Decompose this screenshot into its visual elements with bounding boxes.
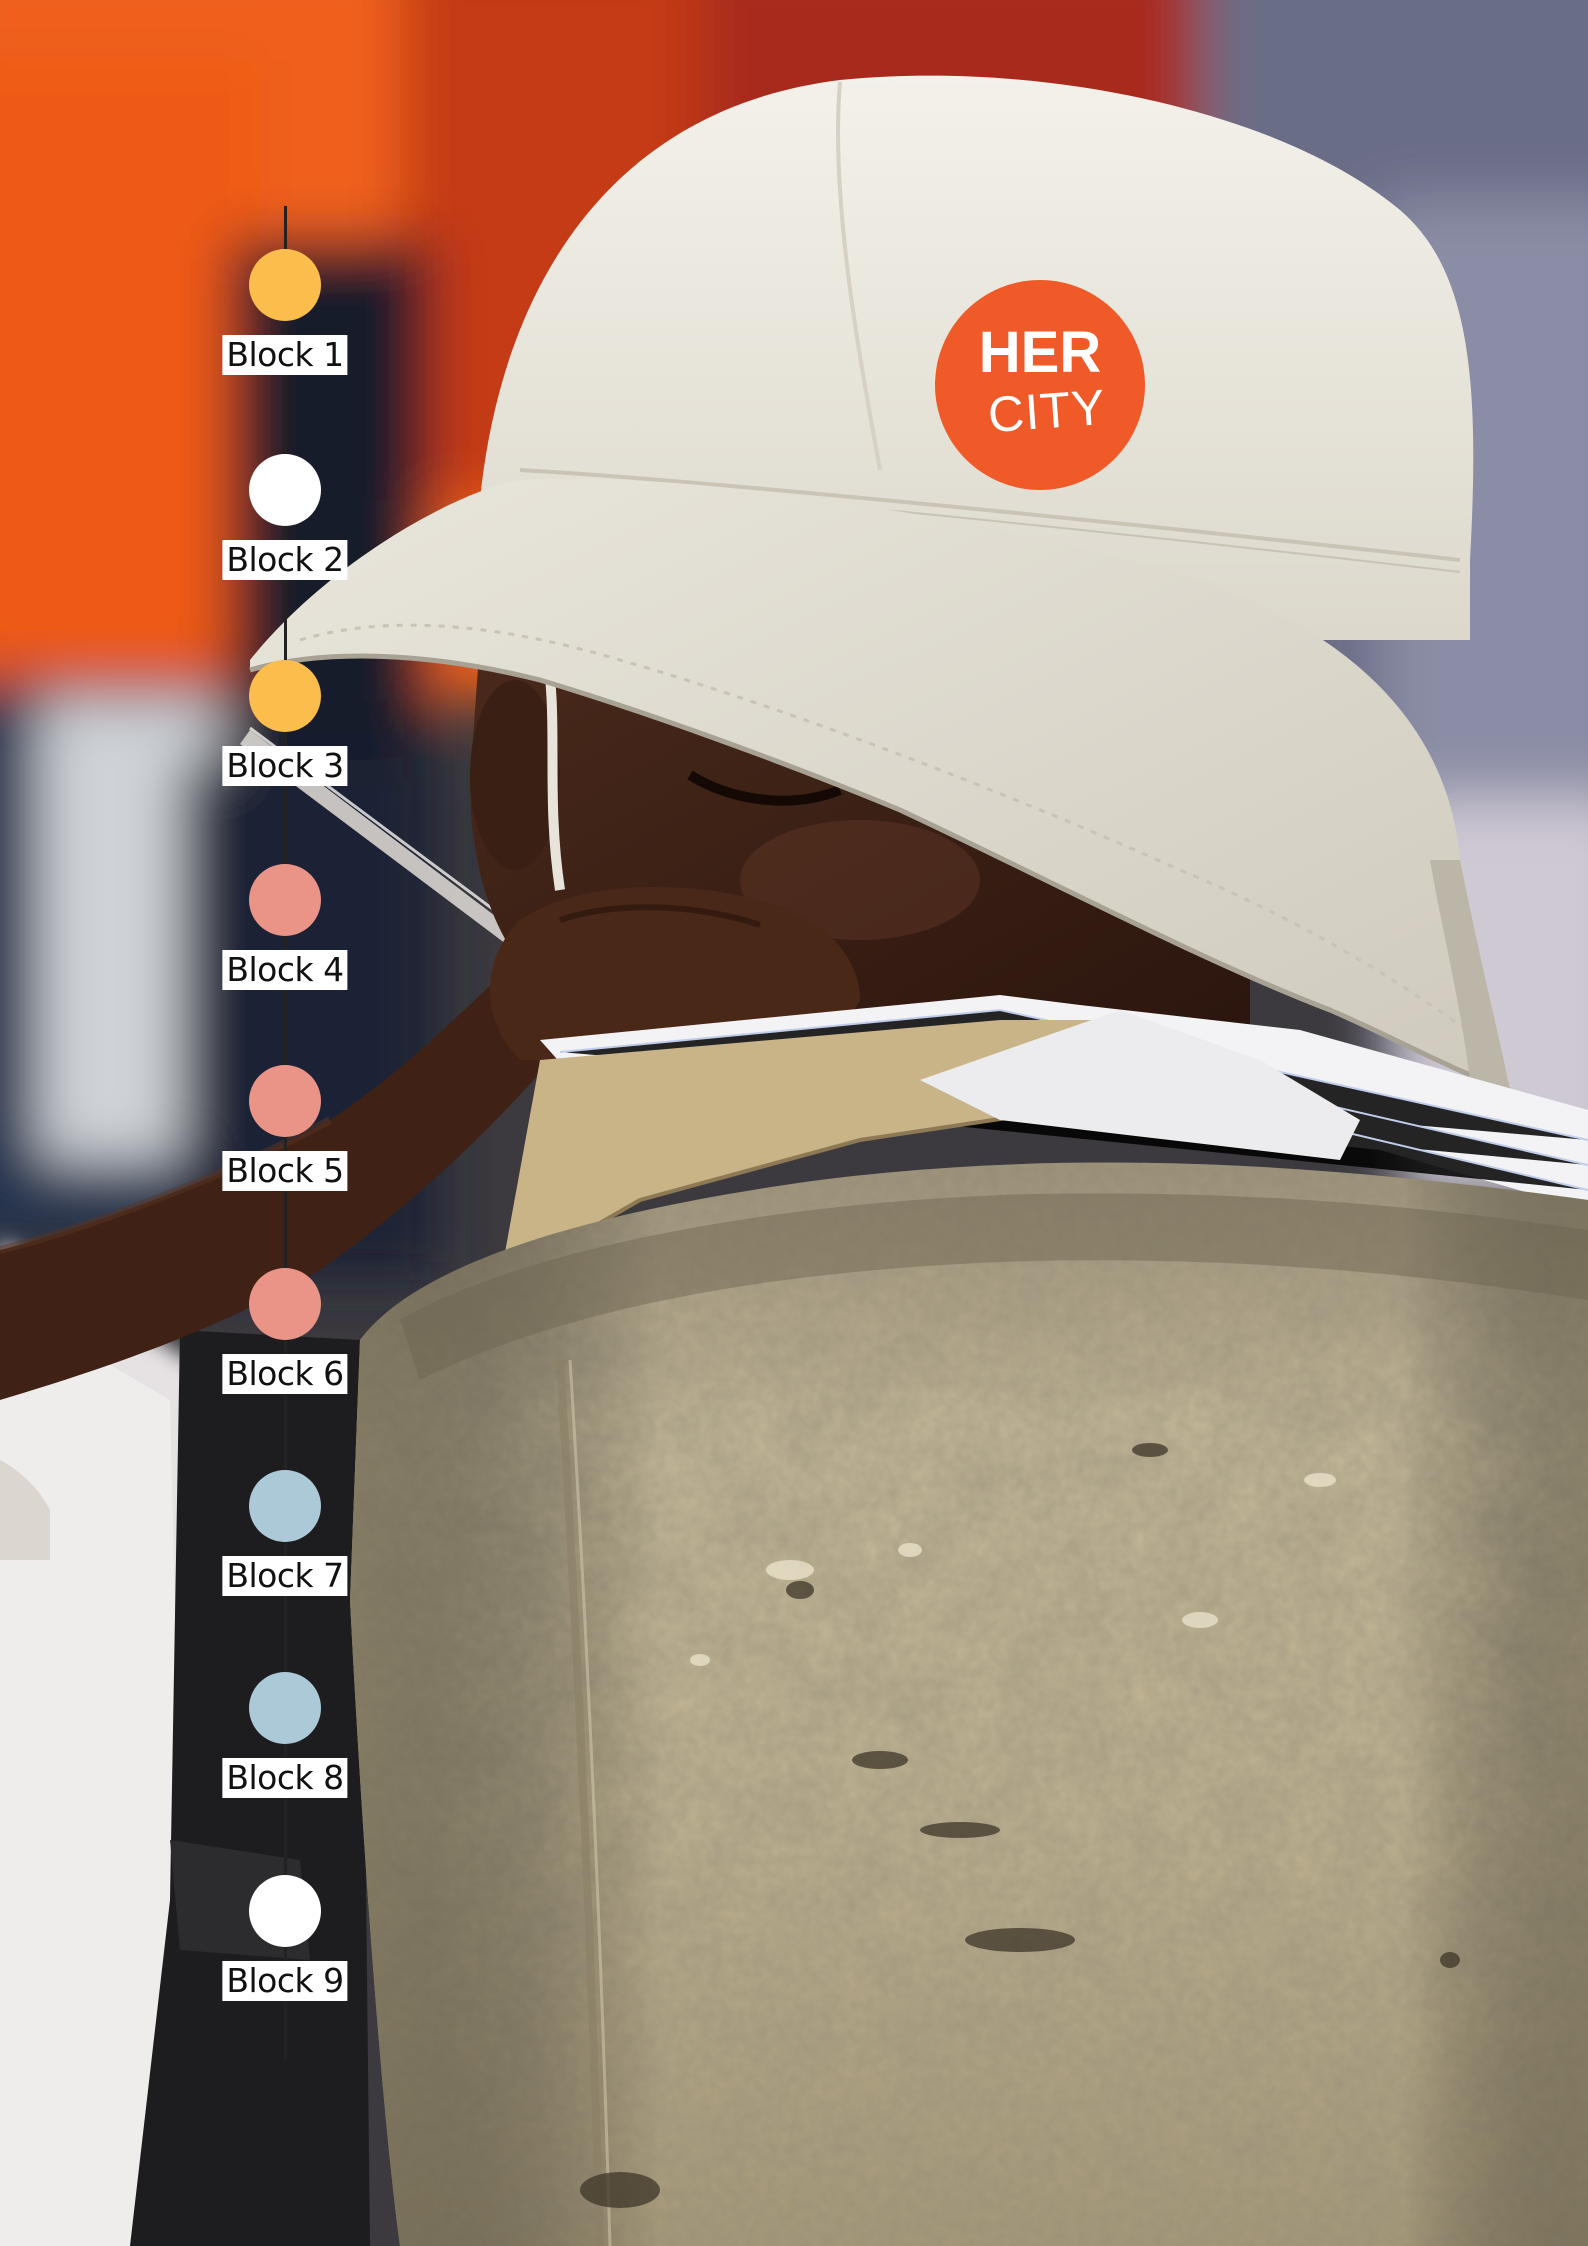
timeline: Block 1 Block 2 Block 3 Block 4 Block 5 … <box>0 0 1588 2246</box>
timeline-label: Block 4 <box>222 950 348 990</box>
timeline-dot[interactable] <box>249 1268 321 1340</box>
timeline-label: Block 8 <box>222 1758 348 1798</box>
timeline-dot[interactable] <box>249 1672 321 1744</box>
timeline-dot[interactable] <box>249 454 321 526</box>
timeline-dot[interactable] <box>249 1875 321 1947</box>
timeline-dot[interactable] <box>249 1470 321 1542</box>
timeline-dot[interactable] <box>249 1065 321 1137</box>
timeline-label: Block 1 <box>222 335 348 375</box>
timeline-label: Block 7 <box>222 1556 348 1596</box>
timeline-label: Block 2 <box>222 540 348 580</box>
timeline-label: Block 6 <box>222 1354 348 1394</box>
timeline-dot[interactable] <box>249 249 321 321</box>
timeline-label: Block 5 <box>222 1151 348 1191</box>
timeline-label: Block 9 <box>222 1961 348 2001</box>
timeline-dot[interactable] <box>249 864 321 936</box>
timeline-dot[interactable] <box>249 660 321 732</box>
timeline-label: Block 3 <box>222 746 348 786</box>
